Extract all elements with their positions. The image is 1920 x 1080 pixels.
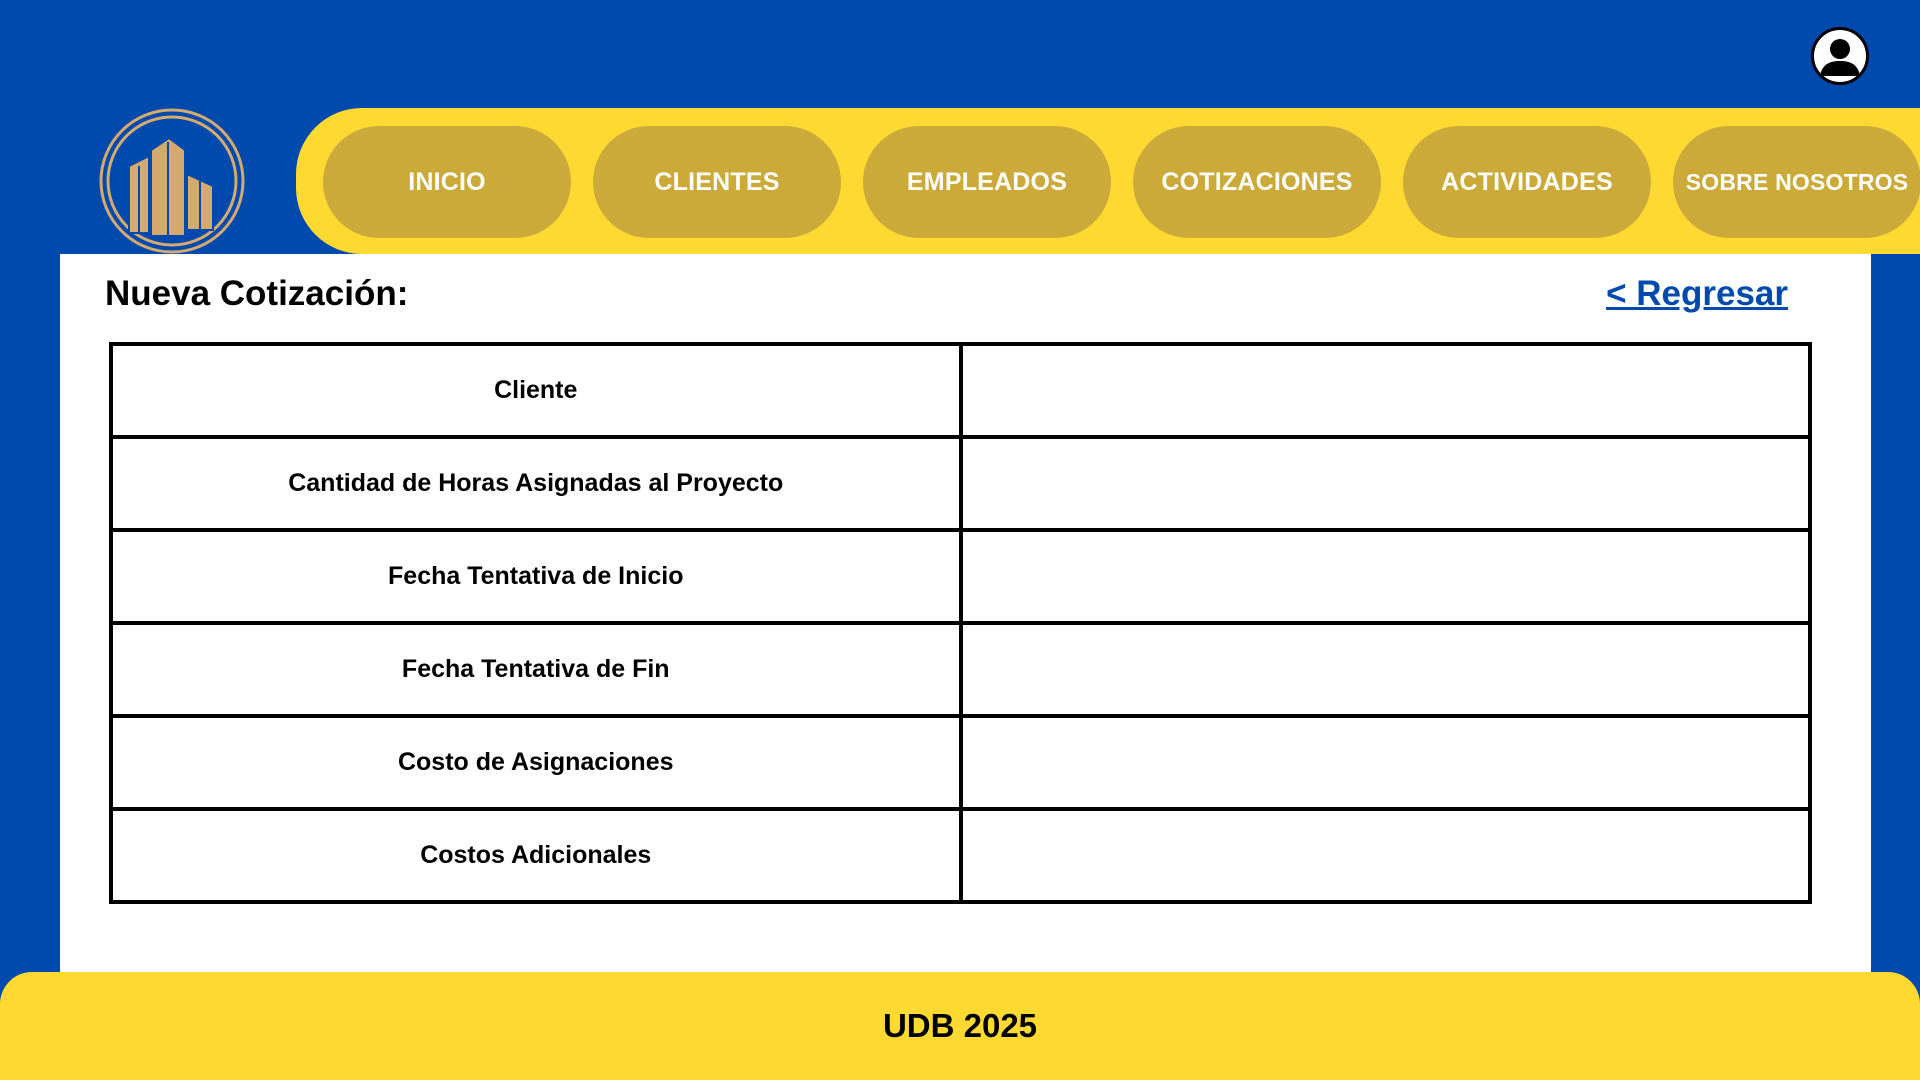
field-label: Fecha Tentativa de Inicio xyxy=(109,528,963,625)
field-label: Costos Adicionales xyxy=(109,807,963,904)
form-row-costos-adicionales: Costos Adicionales xyxy=(109,807,1812,904)
form-row-cliente: Cliente xyxy=(109,342,1812,439)
nav-inicio-button[interactable]: INICIO xyxy=(323,126,571,238)
nav-empleados-button[interactable]: EMPLEADOS xyxy=(863,126,1111,238)
footer-text: UDB 2025 xyxy=(882,1007,1038,1044)
user-avatar-icon[interactable] xyxy=(1811,27,1869,85)
field-label: Cliente xyxy=(109,342,963,439)
field-label: Fecha Tentativa de Fin xyxy=(109,621,963,718)
field-label: Costo de Asignaciones xyxy=(109,714,963,811)
costo-asignaciones-input[interactable] xyxy=(962,718,1808,807)
form-row-fecha-fin: Fecha Tentativa de Fin xyxy=(109,621,1812,718)
main-content: Nueva Cotización: < Regresar Cliente Can… xyxy=(60,254,1871,972)
form-row-fecha-inicio: Fecha Tentativa de Inicio xyxy=(109,528,1812,625)
nav-sobre-nosotros-button[interactable]: SOBRE NOSOTROS xyxy=(1673,126,1920,238)
page-title: Nueva Cotización: xyxy=(105,274,409,313)
back-link[interactable]: < Regresar xyxy=(1606,274,1788,314)
fecha-fin-input[interactable] xyxy=(962,625,1808,714)
nav-actividades-button[interactable]: ACTIVIDADES xyxy=(1403,126,1651,238)
quote-form-table: Cliente Cantidad de Horas Asignadas al P… xyxy=(109,342,1812,904)
main-navbar: INICIO CLIENTES EMPLEADOS COTIZACIONES A… xyxy=(296,108,1920,254)
buildings-logo-icon[interactable] xyxy=(99,108,245,254)
form-row-horas: Cantidad de Horas Asignadas al Proyecto xyxy=(109,435,1812,532)
nav-clientes-button[interactable]: CLIENTES xyxy=(593,126,841,238)
cliente-input[interactable] xyxy=(962,346,1808,435)
fecha-inicio-input[interactable] xyxy=(962,532,1808,621)
form-row-costo-asignaciones: Costo de Asignaciones xyxy=(109,714,1812,811)
costos-adicionales-input[interactable] xyxy=(962,811,1808,900)
field-label: Cantidad de Horas Asignadas al Proyecto xyxy=(109,435,963,532)
footer: UDB 2025 xyxy=(0,972,1920,1080)
horas-input[interactable] xyxy=(962,439,1808,528)
nav-cotizaciones-button[interactable]: COTIZACIONES xyxy=(1133,126,1381,238)
